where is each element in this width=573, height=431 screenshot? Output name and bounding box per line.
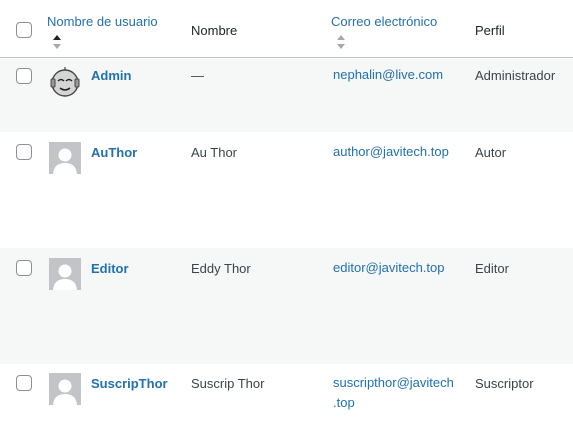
table-row: AuThor Au Thor author@javitech.top Autor bbox=[0, 132, 573, 248]
name-cell: Suscrip Thor bbox=[191, 376, 265, 391]
table-row: Editor Eddy Thor editor@javitech.top Edi… bbox=[0, 248, 573, 364]
role-cell: Autor bbox=[475, 145, 507, 160]
name-cell: Eddy Thor bbox=[191, 261, 251, 276]
email-link-line1[interactable]: suscripthor@javitech bbox=[333, 373, 454, 393]
robot-avatar-icon bbox=[49, 66, 81, 98]
row-checkbox[interactable] bbox=[16, 260, 32, 276]
username-link[interactable]: AuThor bbox=[91, 145, 137, 160]
row-checkbox[interactable] bbox=[16, 68, 32, 84]
role-cell: Suscriptor bbox=[475, 376, 534, 391]
default-avatar-icon bbox=[49, 142, 81, 174]
column-email-header[interactable]: Correo electrónico bbox=[331, 14, 437, 29]
role-cell: Administrador bbox=[475, 68, 556, 83]
table-header: Nombre de usuario Nombre Correo electrón… bbox=[0, 0, 573, 58]
username-link[interactable]: Editor bbox=[91, 261, 129, 276]
select-all-checkbox[interactable] bbox=[16, 22, 32, 38]
email-link-line2[interactable]: .top bbox=[333, 393, 454, 413]
username-link[interactable]: SuscripThor bbox=[91, 376, 168, 391]
table-row: SuscripThor Suscrip Thor suscripthor@jav… bbox=[0, 364, 573, 431]
email-link[interactable]: nephalin@live.com bbox=[333, 65, 443, 85]
sort-arrows-icon[interactable] bbox=[52, 34, 62, 50]
sort-arrows-icon[interactable] bbox=[336, 34, 346, 50]
email-link[interactable]: author@javitech.top bbox=[333, 142, 449, 162]
name-cell: — bbox=[191, 68, 204, 83]
role-cell: Editor bbox=[475, 261, 509, 276]
email-link[interactable]: suscripthor@javitech .top bbox=[333, 373, 454, 413]
default-avatar-icon bbox=[49, 258, 81, 290]
username-link[interactable]: Admin bbox=[91, 68, 131, 83]
name-cell: Au Thor bbox=[191, 145, 238, 160]
column-name-header: Nombre bbox=[191, 23, 238, 38]
row-checkbox[interactable] bbox=[16, 375, 32, 391]
row-checkbox[interactable] bbox=[16, 144, 32, 160]
column-role-header: Perfil bbox=[475, 23, 505, 38]
default-avatar-icon bbox=[49, 373, 81, 405]
table-row: Admin — nephalin@live.com Administrador bbox=[0, 59, 573, 132]
column-username-header[interactable]: Nombre de usuario bbox=[47, 14, 158, 29]
email-link[interactable]: editor@javitech.top bbox=[333, 258, 444, 278]
